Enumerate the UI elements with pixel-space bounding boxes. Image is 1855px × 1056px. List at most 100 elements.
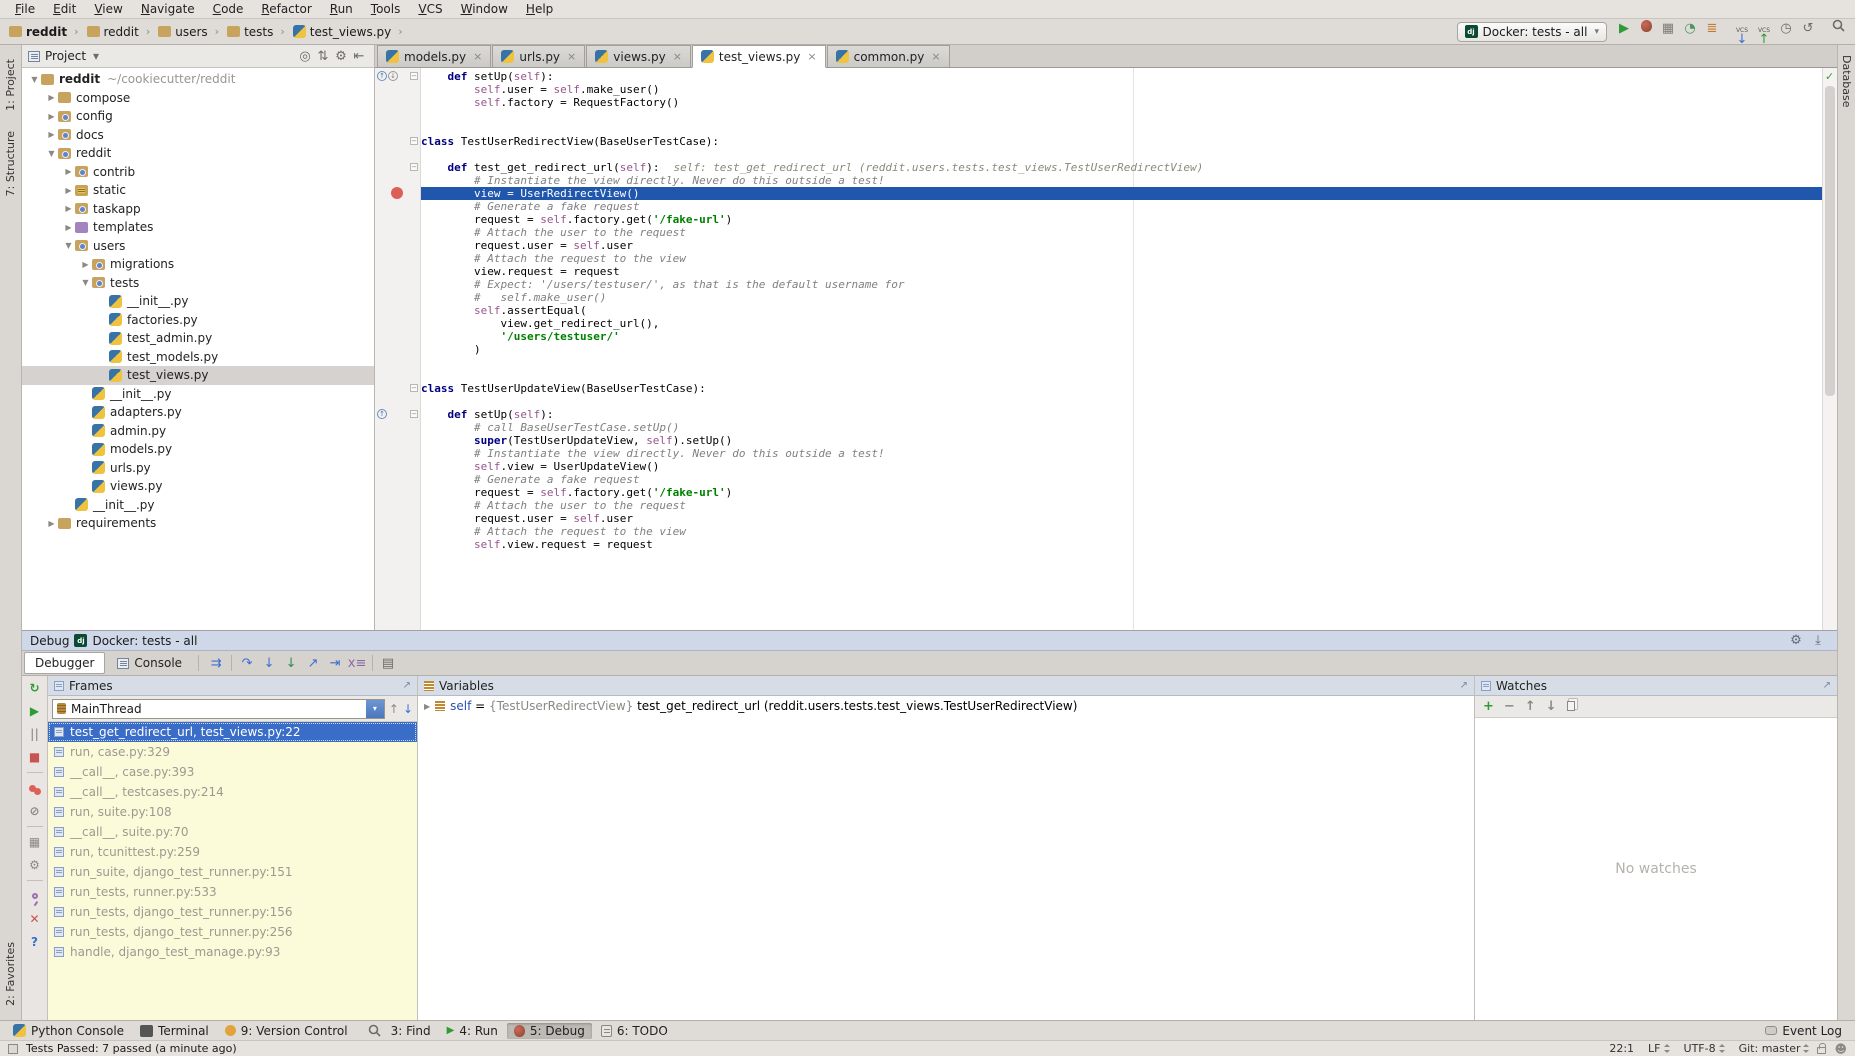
execution-line[interactable]: view = UserRedirectView() (421, 187, 1822, 200)
hector-inspector-icon[interactable]: ☻ (1834, 1043, 1847, 1055)
chevron-collapsed-icon[interactable]: ▶ (45, 112, 58, 121)
stack-frame[interactable]: run_tests, django_test_runner.py:256 (48, 922, 417, 942)
tree-item[interactable]: __init__.py (22, 496, 374, 515)
close-tab-icon[interactable]: × (931, 50, 940, 63)
chevron-expanded-icon[interactable]: ▼ (45, 149, 58, 158)
running-processes-icon[interactable]: ≣ (1701, 18, 1723, 40)
run-configuration-selector[interactable]: dj Docker: tests - all ▾ (1457, 22, 1607, 42)
tree-item[interactable]: __init__.py (22, 292, 374, 311)
breadcrumb-item[interactable]: reddit› (84, 24, 154, 40)
overrides-icon[interactable]: ↑ (377, 409, 387, 419)
stack-frame-selected[interactable]: test_get_redirect_url, test_views.py:22 (48, 722, 417, 742)
editor-tab[interactable]: urls.py× (492, 45, 585, 67)
gutter-line[interactable] (375, 512, 420, 525)
fold-marker-icon[interactable]: − (410, 384, 418, 392)
tool-stripe-button[interactable]: 2: Favorites (4, 942, 17, 1006)
copy-icon[interactable] (1567, 699, 1575, 715)
gutter-line[interactable] (375, 304, 420, 317)
restore-layout-icon[interactable]: ▦ (26, 834, 44, 850)
prev-frame-icon[interactable]: ↑ (389, 703, 399, 715)
close-tab-icon[interactable]: × (567, 50, 576, 63)
tree-item[interactable]: ▼reddit~/cookiecutter/reddit (22, 70, 374, 89)
toolwindow-button-python-console[interactable]: Python Console (6, 1023, 131, 1039)
tree-item[interactable]: models.py (22, 440, 374, 459)
gutter-line[interactable] (375, 499, 420, 512)
gutter-line[interactable] (375, 226, 420, 239)
tree-item[interactable]: admin.py (22, 422, 374, 441)
menu-item-run[interactable]: Run (321, 1, 362, 17)
tree-item[interactable]: adapters.py (22, 403, 374, 422)
stack-frame[interactable]: handle, django_test_manage.py:93 (48, 942, 417, 962)
tree-item[interactable]: ▶static (22, 181, 374, 200)
gutter-line[interactable] (375, 343, 420, 356)
editor-tab[interactable]: models.py× (377, 45, 491, 67)
tree-item[interactable]: __init__.py (22, 385, 374, 404)
menu-item-window[interactable]: Window (452, 1, 517, 17)
breadcrumb-item[interactable]: users› (155, 24, 222, 40)
toolwindow-button-event-log[interactable]: Event Log (1758, 1023, 1849, 1039)
resume-icon[interactable]: ▶ (26, 703, 44, 719)
gutter-line[interactable]: − (375, 382, 420, 395)
gutter-line[interactable] (375, 96, 420, 109)
stack-frame[interactable]: __call__, testcases.py:214 (48, 782, 417, 802)
expander-icon[interactable]: ▶ (424, 702, 430, 711)
fold-marker-icon[interactable]: − (410, 137, 418, 145)
close-icon[interactable]: ✕ (26, 911, 44, 927)
editor-tab[interactable]: common.py× (827, 45, 950, 67)
hide-window-icon[interactable]: ⤓ (1807, 630, 1829, 652)
gutter-line[interactable] (375, 356, 420, 369)
gutter-line[interactable] (375, 486, 420, 499)
tree-item[interactable]: ▼users (22, 237, 374, 256)
evaluate-expression-icon[interactable]: x≡ (346, 653, 368, 673)
tree-item[interactable]: factories.py (22, 311, 374, 330)
help-icon[interactable]: ? (26, 934, 44, 950)
gutter-line[interactable] (375, 434, 420, 447)
tree-item[interactable]: views.py (22, 477, 374, 496)
move-up-icon[interactable]: ↑ (1525, 699, 1536, 714)
chevron-collapsed-icon[interactable]: ▶ (45, 519, 58, 528)
gutter-line[interactable] (375, 460, 420, 473)
tree-item[interactable]: ▼tests (22, 274, 374, 293)
settings-icon[interactable]: ⚙ (1785, 630, 1807, 652)
toolwindow-button-9-version-control[interactable]: 9: Version Control (218, 1023, 355, 1039)
status-field[interactable]: 22:1 (1609, 1042, 1634, 1055)
status-field[interactable]: UTF-8 (1684, 1042, 1725, 1055)
gutter-line[interactable] (375, 265, 420, 278)
gutter-line[interactable] (375, 239, 420, 252)
breadcrumb-item[interactable]: reddit› (6, 24, 82, 40)
gutter-line[interactable] (375, 447, 420, 460)
gutter-line[interactable] (375, 291, 420, 304)
gutter-line[interactable] (375, 473, 420, 486)
toolwindow-toggle-icon[interactable] (8, 1044, 18, 1054)
fold-marker-icon[interactable]: − (410, 410, 418, 418)
tree-item[interactable]: ▶docs (22, 126, 374, 145)
threads-view-icon[interactable]: ▤ (377, 653, 399, 673)
remove-watch-icon[interactable]: − (1504, 699, 1515, 714)
rollback-icon[interactable]: ↺ (1797, 18, 1819, 40)
stack-frame[interactable]: run, tcunittest.py:259 (48, 842, 417, 862)
mute-breakpoints-icon[interactable]: ⊘ (26, 803, 44, 819)
tree-item-selected[interactable]: test_views.py (22, 366, 374, 385)
overridden-icon[interactable]: ↓ (388, 71, 398, 81)
stack-frame[interactable]: run, case.py:329 (48, 742, 417, 762)
stack-frame[interactable]: run_tests, django_test_runner.py:156 (48, 902, 417, 922)
editor-tab[interactable]: views.py× (586, 45, 691, 67)
chevron-expanded-icon[interactable]: ▼ (28, 75, 41, 84)
gutter-line[interactable] (375, 109, 420, 122)
add-watch-icon[interactable]: + (1483, 699, 1494, 714)
gutter-line[interactable]: − (375, 161, 420, 174)
gutter-line[interactable] (375, 187, 420, 200)
gutter-line[interactable] (375, 148, 420, 161)
fold-marker-icon[interactable]: − (410, 163, 418, 171)
editor-gutter[interactable]: ↑↓−−−−↑− (375, 68, 421, 630)
float-panel-icon[interactable]: ↗ (1460, 680, 1468, 691)
toolwindow-button-5-debug[interactable]: 5: Debug (507, 1023, 592, 1039)
menu-item-navigate[interactable]: Navigate (132, 1, 204, 17)
lock-icon[interactable] (1817, 1047, 1826, 1054)
editor-tab-active[interactable]: test_views.py× (692, 45, 826, 68)
tool-stripe-button[interactable]: 1: Project (4, 59, 17, 111)
status-field[interactable]: LF (1648, 1042, 1669, 1055)
gutter-line[interactable] (375, 252, 420, 265)
step-into-my-code-icon[interactable]: ↓ (280, 653, 302, 673)
gutter-line[interactable] (375, 122, 420, 135)
